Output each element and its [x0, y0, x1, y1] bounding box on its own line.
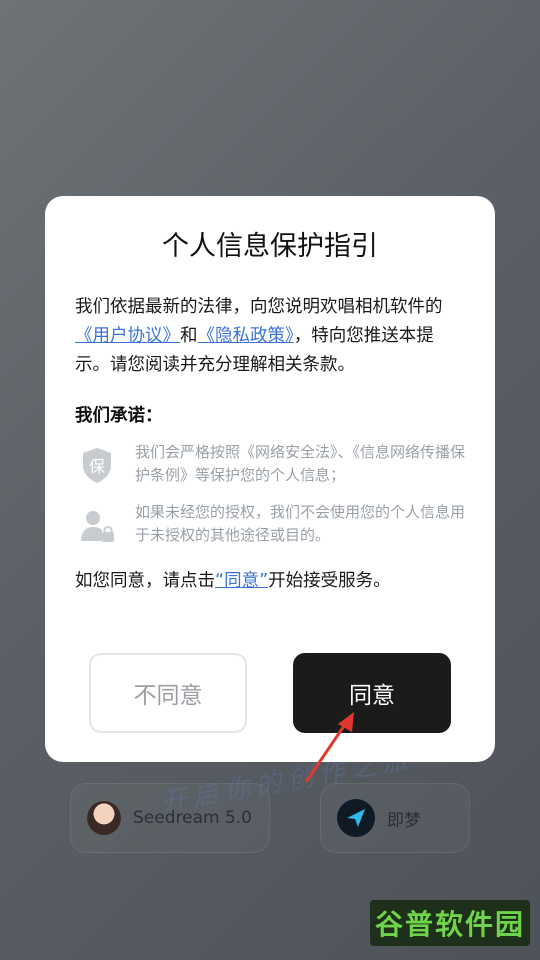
promise-text: 我们会严格按照《网络安全法》、《信息网络传播保护条例》等保护您的个人信息； [135, 443, 466, 484]
intro-part1: 我们依据最新的法律，向您说明欢唱相机软件的 [75, 297, 443, 317]
privacy-guide-dialog: 个人信息保护指引 我们依据最新的法律，向您说明欢唱相机软件的《用户协议》和《隐私… [45, 196, 495, 762]
agree-instruction: 如您同意，请点击“同意”开始接受服务。 [75, 567, 465, 592]
user-agreement-link[interactable]: 《用户协议》 [75, 326, 180, 346]
shield-icon: 保 [83, 448, 111, 483]
watermark-logo: 谷普软件园 [370, 900, 530, 946]
promise-item: 如果未经您的授权，我们不会使用您的个人信息用于未授权的其他途径或目的。 [75, 501, 465, 547]
privacy-policy-link[interactable]: 《隐私政策》 [198, 326, 294, 346]
model-chip-label: Seedream 5.0 [133, 808, 252, 828]
agree-link[interactable]: “同意” [215, 571, 268, 591]
user-lock-icon [81, 511, 114, 542]
agree-suffix: 开始接受服务。 [268, 571, 391, 591]
model-chip-label: 即梦 [387, 810, 421, 831]
dialog-title: 个人信息保护指引 [162, 231, 378, 262]
jimeng-logo-icon [337, 799, 375, 837]
avatar-icon [87, 801, 121, 835]
intro-and: 和 [180, 326, 198, 346]
model-chip-seedream[interactable]: Seedream 5.0 [70, 783, 270, 853]
dialog-button-row: 不同意 同意 [89, 653, 451, 733]
promise-heading: 我们承诺： [75, 406, 163, 426]
promise-item: 保 我们会严格按照《网络安全法》、《信息网络传播保护条例》等保护您的个人信息； [75, 441, 465, 487]
intro-text: 我们依据最新的法律，向您说明欢唱相机软件的《用户协议》和《隐私政策》，特向您推送… [75, 293, 465, 380]
model-chip-jimeng[interactable]: 即梦 [320, 783, 470, 853]
svg-text:保: 保 [89, 457, 105, 476]
decline-button[interactable]: 不同意 [89, 653, 247, 733]
annotation-arrow-icon [304, 712, 354, 783]
agree-prefix: 如您同意，请点击 [75, 571, 215, 591]
promise-text: 如果未经您的授权，我们不会使用您的个人信息用于未授权的其他途径或目的。 [135, 503, 466, 544]
